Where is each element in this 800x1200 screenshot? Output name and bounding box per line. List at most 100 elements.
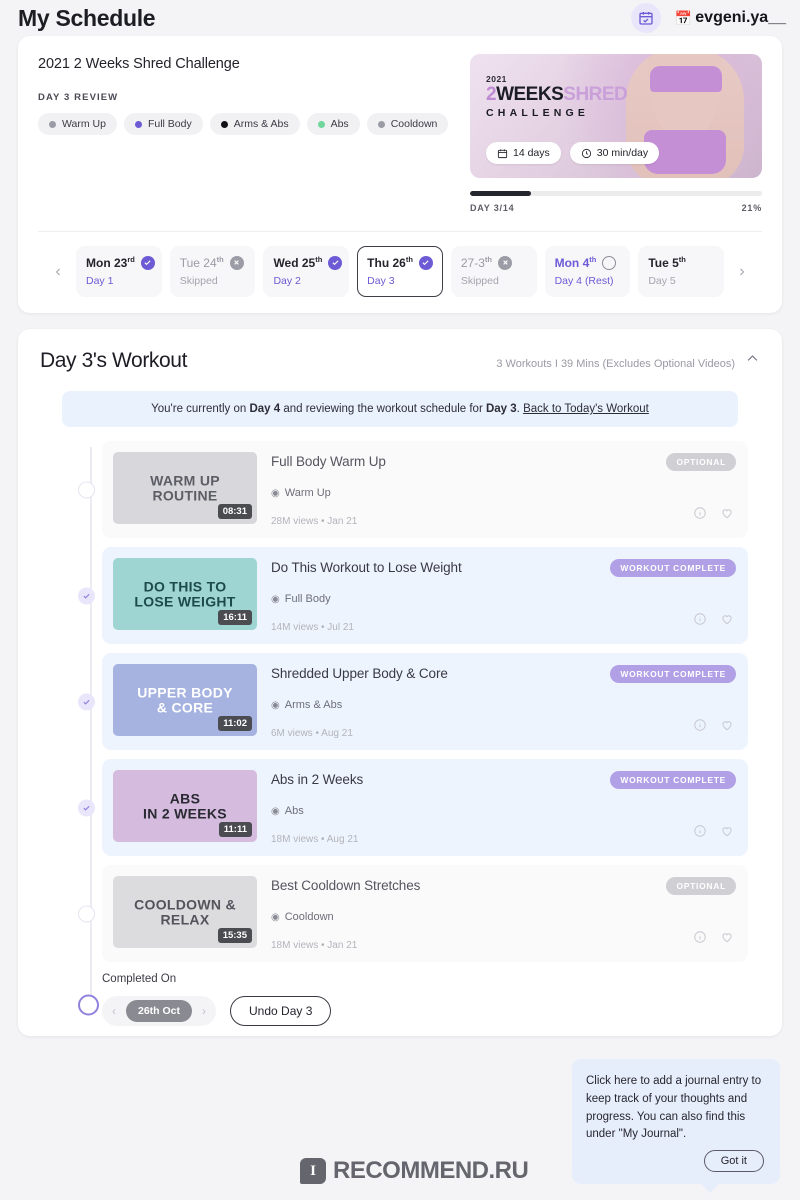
workout-item[interactable]: ABS IN 2 WEEKS 11:11 Abs in 2 Weeks ◉ Abs 18M …: [102, 759, 748, 856]
tag-color-dot: [377, 120, 385, 128]
day-name: Mon 23rd: [86, 255, 135, 270]
challenge-tag-list: Warm Up Full Body Arms & Abs Abs Cooldown: [38, 113, 454, 135]
info-button[interactable]: [693, 612, 707, 631]
notice-bold2: Day 3: [485, 403, 517, 415]
back-to-today-link[interactable]: Back to Today's Workout: [523, 403, 649, 415]
day-item[interactable]: 27-3th Skipped: [450, 246, 537, 297]
workout-item[interactable]: UPPER BODY & CORE 11:02 Shredded Upper Body…: [102, 653, 748, 750]
workout-stats: 28M views • Jan 21: [271, 516, 358, 527]
workout-category: ◉ Full Body: [271, 593, 734, 605]
info-button[interactable]: [693, 506, 707, 525]
tag-label: Cooldown: [390, 118, 438, 130]
heart-icon: [722, 933, 732, 943]
favorite-button[interactable]: [720, 718, 734, 737]
workout-item[interactable]: COOLDOWN & RELAX 15:35 Best Cooldown Stret…: [102, 865, 748, 962]
user-menu[interactable]: 📅 evgeni.ya__: [675, 9, 786, 27]
challenge-tag[interactable]: Full Body: [123, 113, 203, 135]
favorite-button[interactable]: [720, 824, 734, 843]
favorite-button[interactable]: [720, 930, 734, 949]
calendar-check-icon[interactable]: [630, 3, 661, 33]
day-label: Day 5: [648, 275, 676, 287]
workout-item-list: WARM UP ROUTINE 08:31 Full Body Warm Up ◉ War…: [40, 441, 760, 962]
day-item[interactable]: Tue 5th Day 5: [638, 246, 725, 297]
day-label: Skipped: [460, 275, 499, 287]
day-label: Day 4 (Rest): [554, 275, 614, 287]
hero-subheadline: CHALLENGE: [486, 106, 590, 119]
calendar-icon: 📅: [674, 9, 693, 26]
thumbnail-label: COOLDOWN & RELAX: [134, 896, 236, 927]
timeline-node: [78, 905, 95, 922]
challenge-tag[interactable]: Arms & Abs: [209, 113, 300, 135]
username-label: evgeni.ya__: [695, 9, 786, 26]
workout-thumbnail[interactable]: ABS IN 2 WEEKS 11:11: [113, 770, 257, 842]
day-item[interactable]: Tue 24th Skipped: [169, 246, 256, 297]
notice-part2: and reviewing the workout schedule for: [280, 403, 486, 415]
chevron-up-icon[interactable]: [745, 351, 760, 371]
workout-category-label: Abs: [284, 805, 304, 817]
workout-item[interactable]: DO THIS TO LOSE WEIGHT 16:11 Do This Workou…: [102, 547, 748, 644]
day-item[interactable]: Mon 4th Day 4 (Rest): [544, 246, 631, 297]
workout-category: ◉ Warm Up: [271, 487, 734, 499]
thumbnail-label: WARM UP ROUTINE: [150, 472, 220, 503]
progress-day-label: DAY 3/14: [470, 203, 515, 213]
watermark: I RECOMMEND.RU: [300, 1157, 529, 1185]
workout-thumbnail[interactable]: DO THIS TO LOSE WEIGHT 16:11: [113, 558, 257, 630]
challenge-tag[interactable]: Warm Up: [38, 113, 117, 135]
day-item[interactable]: Wed 25th Day 2: [263, 246, 350, 297]
undo-day-button[interactable]: Undo Day 3: [230, 996, 332, 1026]
progress-percent-label: 21%: [741, 203, 762, 213]
favorite-button[interactable]: [720, 612, 734, 631]
status-badge: OPTIONAL: [666, 453, 736, 471]
completed-row: Completed On ‹ 26th Oct › Undo Day 3: [40, 971, 760, 1026]
workout-category: ◉ Abs: [271, 805, 734, 817]
chevron-right-icon[interactable]: ›: [200, 1005, 208, 1017]
tag-label: Full Body: [147, 118, 192, 130]
workout-timeline: WARM UP ROUTINE 08:31 Full Body Warm Up ◉ War…: [40, 427, 760, 1026]
workout-duration: 16:11: [218, 610, 252, 625]
chevron-right-icon[interactable]: ›: [732, 263, 752, 280]
hero-headline: 2WEEKSSHRED: [486, 84, 628, 105]
info-button[interactable]: [693, 930, 707, 949]
workout-actions: [693, 930, 734, 949]
workout-stats: 14M views • Jul 21: [271, 622, 354, 633]
info-button[interactable]: [693, 718, 707, 737]
workout-category-label: Arms & Abs: [284, 699, 343, 711]
tag-color-dot: [134, 120, 142, 128]
workout-thumbnail[interactable]: WARM UP ROUTINE 08:31: [113, 452, 257, 524]
info-icon: [694, 931, 706, 943]
notice-part1: You're currently on: [151, 403, 250, 415]
favorite-button[interactable]: [720, 506, 734, 525]
timeline-node: [78, 799, 95, 816]
day-item[interactable]: Thu 26th Day 3: [357, 246, 443, 297]
day-label: Day 2: [273, 275, 301, 287]
workout-thumbnail[interactable]: COOLDOWN & RELAX 15:35: [113, 876, 257, 948]
day-name: 27-3th: [460, 255, 492, 270]
timeline-column: [40, 865, 102, 962]
status-badge: OPTIONAL: [666, 877, 736, 895]
hero-headline-b: WEEKS: [496, 84, 564, 105]
tooltip-got-it-button[interactable]: Got it: [703, 1150, 764, 1173]
challenge-tag[interactable]: Abs: [306, 113, 360, 135]
chevron-left-icon[interactable]: ‹: [110, 1005, 118, 1017]
timeline-column: [40, 441, 102, 538]
workout-thumbnail[interactable]: UPPER BODY & CORE 11:02: [113, 664, 257, 736]
thumbnail-label: ABS IN 2 WEEKS: [143, 790, 227, 821]
info-button[interactable]: [693, 824, 707, 843]
workout-item[interactable]: WARM UP ROUTINE 08:31 Full Body Warm Up ◉ War…: [102, 441, 748, 538]
timeline-node: [78, 693, 95, 710]
workout-actions: [693, 824, 734, 843]
completed-date-picker[interactable]: ‹ 26th Oct ›: [102, 996, 217, 1026]
completed-body: Completed On ‹ 26th Oct › Undo Day 3: [102, 971, 332, 1026]
challenge-tag[interactable]: Cooldown: [366, 113, 449, 135]
day-name: Tue 5th: [648, 255, 686, 270]
day-item[interactable]: Mon 23rd Day 1: [76, 246, 162, 297]
workout-actions: [693, 506, 734, 525]
workout-stats: 18M views • Aug 21: [271, 834, 359, 845]
close-icon: [229, 255, 244, 270]
hero-days-label: 14 days: [513, 147, 550, 159]
workout-actions: [693, 612, 734, 631]
calendar-icon: [497, 148, 508, 158]
chevron-left-icon[interactable]: ‹: [48, 263, 68, 280]
workout-row: DO THIS TO LOSE WEIGHT 16:11 Do This Workou…: [40, 547, 760, 644]
challenge-hero-image[interactable]: 2021 2WEEKSSHRED CHALLENGE 14 days 30 mi…: [470, 54, 762, 178]
